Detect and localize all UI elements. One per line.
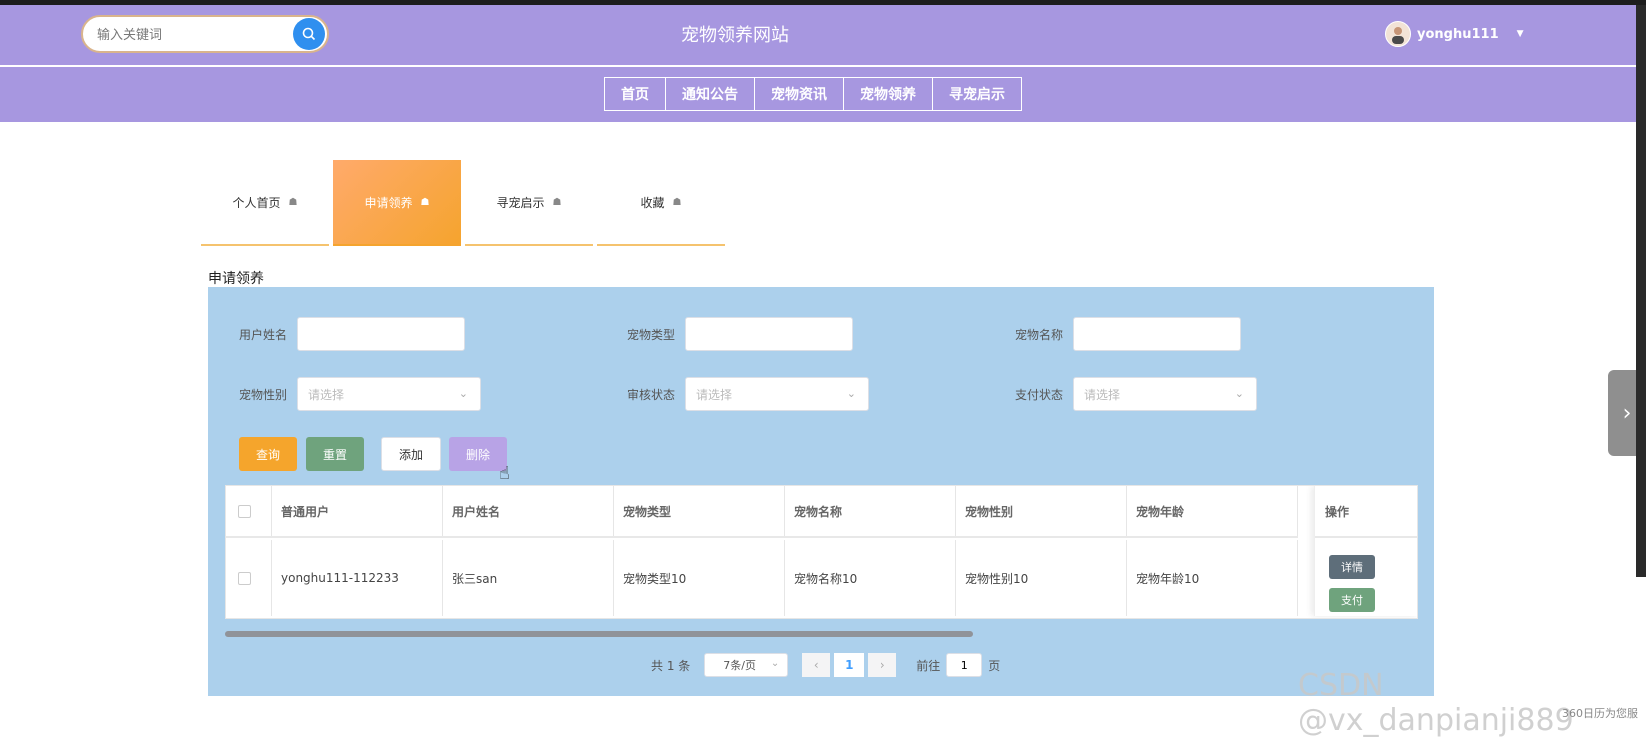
goto-page-input[interactable] xyxy=(946,653,983,677)
home-icon: ☗ xyxy=(672,196,682,208)
column-header: 宠物性别 xyxy=(956,486,1127,536)
column-header: 普通用户 xyxy=(272,486,443,536)
chevron-right-icon: › xyxy=(879,658,885,672)
filter-label: 宠物类型 xyxy=(627,327,676,342)
total-count: 共 1 条 xyxy=(651,658,691,673)
page-size-value: 7条/页 xyxy=(723,659,756,672)
row-select-cell xyxy=(226,540,272,616)
nav-item-pet-news[interactable]: 宠物资讯 xyxy=(755,78,844,110)
row-checkbox[interactable] xyxy=(238,571,251,585)
query-button[interactable]: 查询 xyxy=(239,437,297,471)
table-row: yonghu111-112233 张三san 宠物类型10 宠物名称10 宠物性… xyxy=(226,540,1298,616)
add-button[interactable]: 添加 xyxy=(381,437,441,471)
chevron-right-icon: › xyxy=(1622,400,1632,426)
nav-item-home[interactable]: 首页 xyxy=(605,78,666,110)
filter-label: 宠物性别 xyxy=(239,387,288,402)
tab-label: 申请领养 xyxy=(364,195,413,210)
navbar: 首页 通知公告 宠物资讯 宠物领养 寻宠启示 xyxy=(0,67,1636,122)
page-number[interactable]: 1 xyxy=(834,653,865,677)
select-placeholder: 请选择 xyxy=(308,387,345,402)
user-avatar-icon xyxy=(1392,27,1404,44)
watermark: CSDN @vx_danpianji889 xyxy=(1298,668,1574,738)
home-icon: ☗ xyxy=(288,196,298,208)
filter-user-name: 用户姓名 xyxy=(239,317,465,351)
filter-pet-name: 宠物名称 xyxy=(1015,317,1241,351)
profile-tabs: 个人首页 ☗ 申请领养 ☗ 寻宠启示 ☗ 收藏 ☗ xyxy=(201,160,725,246)
filter-label: 审核状态 xyxy=(627,387,676,402)
adoption-panel: 用户姓名 宠物类型 宠物名称 宠物性别 请选择 ⌄ 审核状态 请选择 ⌄ 支付状… xyxy=(208,287,1434,696)
tab-lost-pet[interactable]: 寻宠启示 ☗ xyxy=(465,160,593,246)
filter-audit-status: 审核状态 请选择 ⌄ xyxy=(627,377,869,411)
table-horizontal-scrollbar[interactable] xyxy=(225,631,973,637)
table-cell: 宠物类型10 xyxy=(614,540,785,616)
home-icon: ☗ xyxy=(420,196,430,208)
page-vertical-scrollbar[interactable] xyxy=(1636,5,1646,577)
pagination: 共 1 条 7条/页 ⌄ ‹ 1 › 前往 页 xyxy=(651,653,1000,677)
pet-name-input[interactable] xyxy=(1073,317,1241,351)
select-placeholder: 请选择 xyxy=(1084,387,1121,402)
select-placeholder: 请选择 xyxy=(696,387,733,402)
tab-favorites[interactable]: 收藏 ☗ xyxy=(597,160,725,246)
goto-suffix: 页 xyxy=(988,658,1001,673)
column-header: 用户姓名 xyxy=(443,486,614,536)
filter-pet-type: 宠物类型 xyxy=(627,317,853,351)
filter-label: 用户姓名 xyxy=(239,327,288,342)
nav-item-pet-adoption[interactable]: 宠物领养 xyxy=(844,78,933,110)
column-header: 宠物类型 xyxy=(614,486,785,536)
detail-button[interactable]: 详情 xyxy=(1329,555,1375,579)
chevron-left-icon: ‹ xyxy=(813,658,819,672)
table-cell: 宠物性别10 xyxy=(956,540,1127,616)
chevron-down-icon: ⌄ xyxy=(846,387,856,400)
chevron-down-icon: ⌄ xyxy=(770,658,780,669)
tab-label: 寻宠启示 xyxy=(496,195,545,210)
adoption-table: 普通用户 用户姓名 宠物类型 宠物名称 宠物性别 宠物年龄 yonghu111-… xyxy=(225,485,1418,619)
home-icon: ☗ xyxy=(552,196,562,208)
tab-label: 个人首页 xyxy=(232,195,281,210)
filter-label: 宠物名称 xyxy=(1015,327,1064,342)
site-title: 宠物领养网站 xyxy=(681,25,789,46)
prev-page-button[interactable]: ‹ xyxy=(802,653,831,677)
pet-gender-select[interactable]: 请选择 ⌄ xyxy=(297,377,481,411)
operations-column: 操作 详情 支付 xyxy=(1314,486,1417,616)
page-size-select[interactable]: 7条/页 ⌄ xyxy=(704,653,789,677)
filter-label: 支付状态 xyxy=(1015,387,1064,402)
table-cell: 张三san xyxy=(443,540,614,616)
goto-page: 前往 页 xyxy=(916,653,1000,677)
avatar xyxy=(1385,21,1411,47)
nav-item-lost-pet[interactable]: 寻宠启示 xyxy=(933,78,1021,110)
column-header: 宠物名称 xyxy=(785,486,956,536)
tab-apply-adoption[interactable]: 申请领养 ☗ xyxy=(333,160,461,246)
corner-notice: 360日历为您服 xyxy=(1562,707,1638,720)
user-menu[interactable]: yonghu111 ▼ xyxy=(1385,21,1524,47)
filter-pet-gender: 宠物性别 请选择 ⌄ xyxy=(239,377,481,411)
pet-type-input[interactable] xyxy=(685,317,853,351)
chevron-down-icon: ⌄ xyxy=(1234,387,1244,400)
pay-button[interactable]: 支付 xyxy=(1329,588,1375,612)
header: 宠物领养网站 yonghu111 ▼ xyxy=(0,5,1636,66)
table-cell: 宠物年龄10 xyxy=(1127,540,1298,616)
select-all-checkbox[interactable] xyxy=(238,504,251,518)
user-name-input[interactable] xyxy=(297,317,465,351)
select-all-cell xyxy=(226,486,272,536)
tab-label: 收藏 xyxy=(640,195,665,210)
table-cell: 宠物名称10 xyxy=(785,540,956,616)
username: yonghu111 xyxy=(1417,26,1499,42)
chevron-down-icon: ▼ xyxy=(1516,29,1524,39)
reset-button[interactable]: 重置 xyxy=(306,437,364,471)
filter-pay-status: 支付状态 请选择 ⌄ xyxy=(1015,377,1257,411)
table-cell: yonghu111-112233 xyxy=(272,540,443,616)
audit-status-select[interactable]: 请选择 ⌄ xyxy=(685,377,869,411)
goto-prefix: 前往 xyxy=(916,658,941,673)
chevron-down-icon: ⌄ xyxy=(458,387,468,400)
main-nav: 首页 通知公告 宠物资讯 宠物领养 寻宠启示 xyxy=(604,77,1022,111)
table-header: 普通用户 用户姓名 宠物类型 宠物名称 宠物性别 宠物年龄 xyxy=(226,486,1298,538)
pointer-cursor-icon: ☝ xyxy=(499,463,510,484)
next-page-button[interactable]: › xyxy=(868,653,897,677)
pay-status-select[interactable]: 请选择 ⌄ xyxy=(1073,377,1257,411)
column-header: 宠物年龄 xyxy=(1127,486,1298,536)
ops-header: 操作 xyxy=(1315,486,1417,538)
nav-item-notice[interactable]: 通知公告 xyxy=(666,78,755,110)
section-title: 申请领养 xyxy=(208,271,264,287)
tab-profile-home[interactable]: 个人首页 ☗ xyxy=(201,160,329,246)
